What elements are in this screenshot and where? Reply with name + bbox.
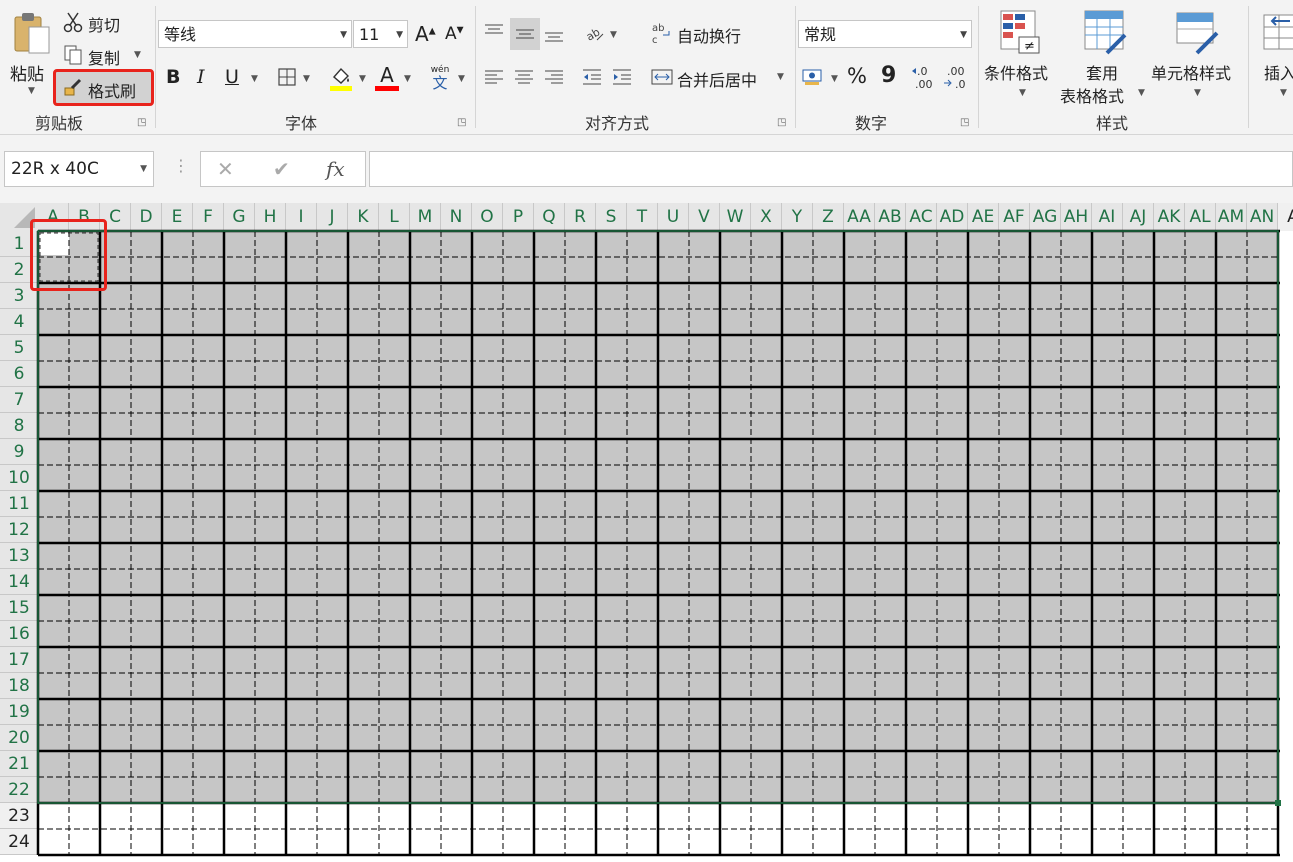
fill-handle (1275, 800, 1281, 806)
source-format-highlight (30, 219, 107, 291)
worksheet-grid[interactable] (0, 0, 1293, 862)
